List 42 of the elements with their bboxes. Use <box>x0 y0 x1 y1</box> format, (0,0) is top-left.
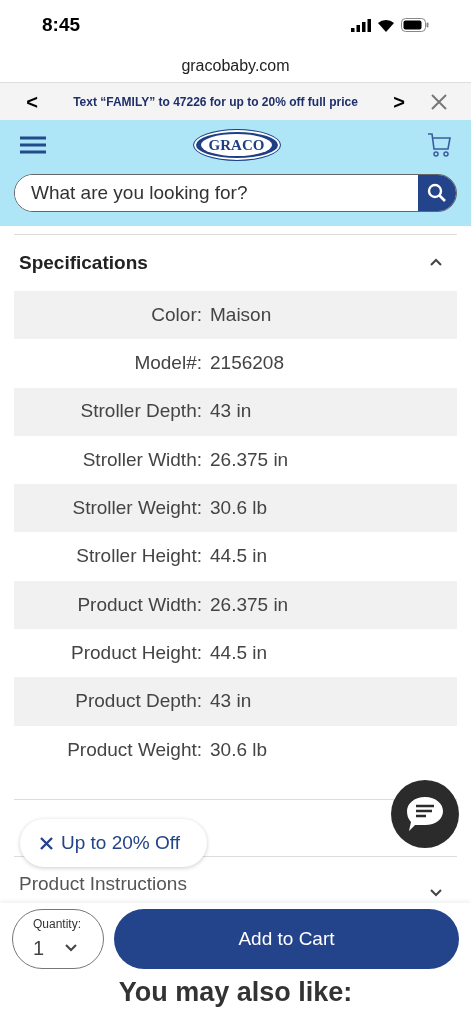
spec-value: Maison <box>210 302 273 327</box>
logo[interactable]: GRACO <box>193 130 280 160</box>
signal-icon <box>351 18 371 32</box>
spec-label: Stroller Width: <box>81 447 203 472</box>
offer-text[interactable]: Up to 20% Off <box>61 828 180 858</box>
spec-label: Product Width: <box>76 592 203 617</box>
section-title[interactable]: Product Instructions <box>19 870 187 899</box>
spec-value: 30.6 lb <box>210 737 269 762</box>
section-heading: You may also like: <box>118 976 353 1009</box>
spec-label: Product Depth: <box>74 689 203 714</box>
spec-label: Product Weight: <box>66 737 203 762</box>
section-title: Specifications <box>19 250 148 275</box>
spec-value: 44.5 in <box>210 640 269 665</box>
search-field[interactable]: What are you looking for? <box>14 174 457 212</box>
spec-value: 26.375 in <box>210 447 290 472</box>
menu-icon[interactable] <box>20 136 46 154</box>
spec-value: 26.375 in <box>210 592 290 617</box>
spec-label: Stroller Weight: <box>71 496 203 521</box>
spec-label: Product Height: <box>70 640 203 665</box>
status-time: 8:45 <box>42 12 81 37</box>
spec-value: 43 in <box>210 689 253 714</box>
promo-text[interactable]: Text “FAMILY” to 47226 for up to 20% off full price <box>48 92 383 111</box>
url-text[interactable]: gracobaby.com <box>181 54 290 78</box>
close-icon[interactable] <box>40 836 53 850</box>
spec-value: 2156208 <box>210 351 285 376</box>
cart-icon[interactable] <box>427 132 451 158</box>
spec-label: Color: <box>150 302 203 327</box>
spec-label: Stroller Height: <box>75 544 203 569</box>
offer-toast[interactable]: Up to 20% Off <box>20 819 207 867</box>
wifi-icon <box>377 18 395 32</box>
battery-icon <box>401 18 429 32</box>
close-icon[interactable] <box>431 93 447 110</box>
search-icon <box>427 183 447 203</box>
spec-value: 30.6 lb <box>210 496 269 521</box>
chevron-icon <box>64 943 79 953</box>
search-button[interactable] <box>418 175 456 211</box>
spec-label: Model#: <box>133 351 203 376</box>
spec-label: Stroller Depth: <box>79 399 203 424</box>
spec-value: 44.5 in <box>210 544 269 569</box>
add-to-cart-button[interactable]: Add to Cart <box>114 909 459 969</box>
chat-icon <box>405 795 445 833</box>
spec-value: 43 in <box>210 399 253 424</box>
